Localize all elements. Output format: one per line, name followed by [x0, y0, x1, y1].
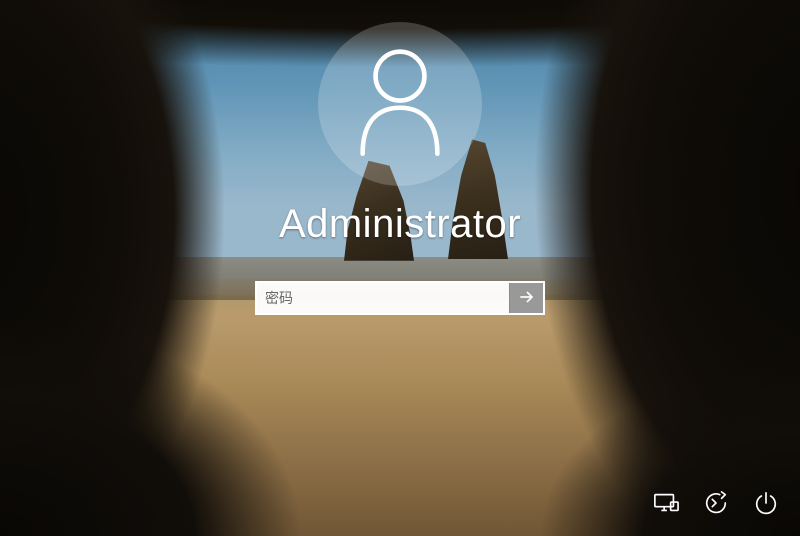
- login-panel: Administrator: [0, 0, 800, 315]
- system-actions: [652, 490, 780, 518]
- submit-button[interactable]: [509, 283, 543, 313]
- password-row: [255, 281, 545, 315]
- user-avatar: [318, 22, 482, 186]
- power-icon: [753, 490, 779, 519]
- password-input[interactable]: [257, 283, 509, 313]
- arrow-right-icon: [517, 287, 537, 310]
- user-icon: [354, 47, 446, 162]
- power-button[interactable]: [752, 490, 780, 518]
- ease-of-access-button[interactable]: [702, 490, 730, 518]
- network-button[interactable]: [652, 490, 680, 518]
- ease-of-access-icon: [703, 490, 729, 519]
- username-label: Administrator: [279, 202, 521, 247]
- network-icon: [653, 490, 679, 519]
